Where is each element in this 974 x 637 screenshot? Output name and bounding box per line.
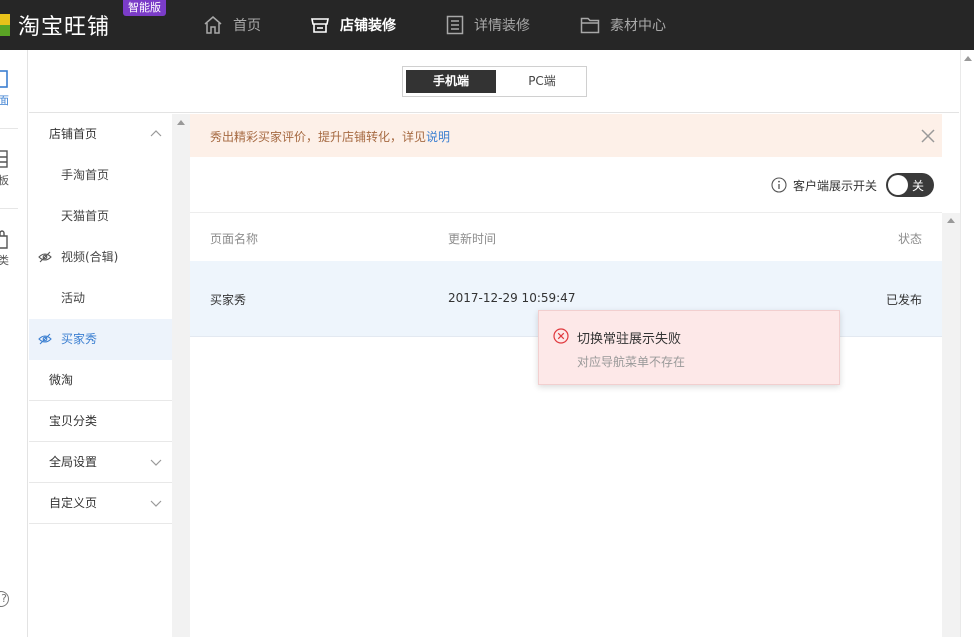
nav-home-label: 首页 (233, 18, 261, 34)
store-icon (311, 18, 329, 33)
nav-store-decoration[interactable]: 店铺装修 (310, 0, 396, 50)
cell-status: 已发布 (885, 293, 922, 307)
sidebar-scrollbar[interactable] (172, 114, 190, 637)
page-icon (0, 70, 8, 88)
sidebar-item-label: 宝贝分类 (49, 414, 98, 428)
sidebar-item-global-settings[interactable]: 全局设置 (29, 442, 172, 483)
edition-badge: 智能版 (123, 0, 166, 16)
device-switch: 手机端 PC端 (402, 66, 587, 97)
sidebar-item-store-home[interactable]: 店铺首页 (29, 114, 172, 155)
error-circle-icon (553, 328, 569, 344)
cell-update-time: 2017-12-29 10:59:47 (448, 291, 576, 305)
column-header-page-name: 页面名称 (210, 232, 259, 246)
notice-text: 秀出精彩买家评价，提升店铺转化，详见说明 (210, 128, 450, 145)
sidebar-item-taobao-home[interactable]: 手淘首页 (29, 155, 172, 196)
sidebar-item-label: 全局设置 (49, 455, 98, 469)
home-icon (204, 16, 222, 34)
logo-mark-icon (0, 14, 10, 36)
rail-item-page[interactable]: 面 (0, 70, 18, 110)
sidebar-item-label: 天猫首页 (61, 209, 110, 223)
eye-hidden-icon (38, 251, 52, 263)
scroll-up-arrow-icon[interactable] (964, 56, 972, 61)
notice-message: 秀出精彩买家评价，提升店铺转化，详见 (210, 130, 427, 144)
nav-store-decoration-label: 店铺装修 (340, 18, 396, 34)
sidebar-item-buyer-show[interactable]: 买家秀 (29, 319, 172, 360)
nav-material-center[interactable]: 素材中心 (580, 0, 666, 50)
nav-material-center-label: 素材中心 (610, 18, 666, 34)
device-pc-button[interactable]: PC端 (497, 70, 587, 93)
cell-page-name: 买家秀 (210, 293, 247, 307)
sidebar-item-weitao[interactable]: 微淘 (29, 360, 172, 401)
logo-text: 淘宝旺铺 (18, 15, 111, 40)
toggle-state-text: 关 (912, 179, 925, 193)
folder-icon (580, 17, 600, 34)
detail-page-icon (446, 15, 464, 35)
rail-item-category[interactable]: 类 (0, 230, 18, 270)
error-toast: 切换常驻展示失败 对应导航菜单不存在 (538, 310, 840, 385)
rail-item-page-label: 面 (0, 94, 9, 107)
chevron-down-icon (150, 459, 162, 466)
close-icon[interactable] (920, 128, 936, 144)
rail-divider (0, 208, 18, 209)
scroll-up-arrow-icon[interactable] (177, 120, 185, 125)
chevron-up-icon (150, 130, 162, 137)
page-scrollbar[interactable] (960, 50, 974, 637)
sidebar-item-custom-page[interactable]: 自定义页 (29, 483, 172, 524)
sidebar-item-label: 买家秀 (61, 332, 98, 346)
rail-divider (0, 128, 18, 129)
sidebar-item-activity[interactable]: 活动 (29, 278, 172, 319)
column-header-update-time: 更新时间 (448, 232, 497, 246)
nav-home[interactable]: 首页 (203, 0, 261, 50)
client-display-toggle[interactable]: 关 (886, 173, 934, 197)
nav-detail-decoration[interactable]: 详情装修 (446, 0, 530, 50)
sidebar-item-category[interactable]: 宝贝分类 (29, 401, 172, 442)
toast-description: 对应导航菜单不存在 (577, 355, 686, 369)
notice-banner: 秀出精彩买家评价，提升店铺转化，详见说明 (190, 114, 942, 157)
device-mobile-button[interactable]: 手机端 (406, 70, 496, 93)
sidebar-item-label: 活动 (61, 291, 86, 305)
page-sidebar: 店铺首页 手淘首页 天猫首页 视频(合辑) 活动 买家秀 微淘 宝贝分类 全局设… (29, 114, 172, 637)
scroll-up-arrow-icon[interactable] (947, 218, 955, 223)
sidebar-item-video[interactable]: 视频(合辑) (29, 237, 172, 278)
chevron-down-icon (150, 500, 162, 507)
toast-title: 切换常驻展示失败 (577, 332, 682, 347)
editor-header: 手机端 PC端 (29, 50, 959, 113)
info-icon[interactable] (771, 177, 787, 193)
sidebar-item-label: 手淘首页 (61, 168, 110, 182)
toggle-knob (888, 175, 908, 195)
bag-icon (0, 230, 8, 249)
sidebar-item-label: 自定义页 (49, 496, 98, 510)
rail-item-template-label: 板 (0, 174, 9, 187)
nav-detail-decoration-label: 详情装修 (474, 18, 530, 34)
template-icon (0, 150, 8, 168)
display-toggle-label: 客户端展示开关 (793, 179, 878, 193)
eye-hidden-icon (38, 333, 52, 345)
icon-rail: 面 板 类 ? (0, 50, 28, 637)
notice-link[interactable]: 说明 (426, 130, 450, 144)
column-header-status: 状态 (897, 232, 922, 246)
table-header: 页面名称 更新时间 状态 (190, 214, 942, 261)
display-toggle-row: 客户端展示开关 关 (190, 157, 942, 213)
table-scrollbar[interactable] (942, 213, 960, 637)
rail-item-template[interactable]: 板 (0, 150, 18, 190)
sidebar-item-tmall-home[interactable]: 天猫首页 (29, 196, 172, 237)
top-bar: 淘宝旺铺 智能版 首页 店铺装修 详情装修 素材中心 (0, 0, 974, 50)
sidebar-item-label: 微淘 (49, 373, 74, 387)
sidebar-item-label: 视频(合辑) (61, 250, 119, 264)
help-icon[interactable]: ? (0, 591, 9, 607)
rail-item-category-label: 类 (0, 254, 9, 267)
sidebar-item-label: 店铺首页 (49, 127, 98, 141)
logo[interactable]: 淘宝旺铺 (0, 0, 110, 50)
